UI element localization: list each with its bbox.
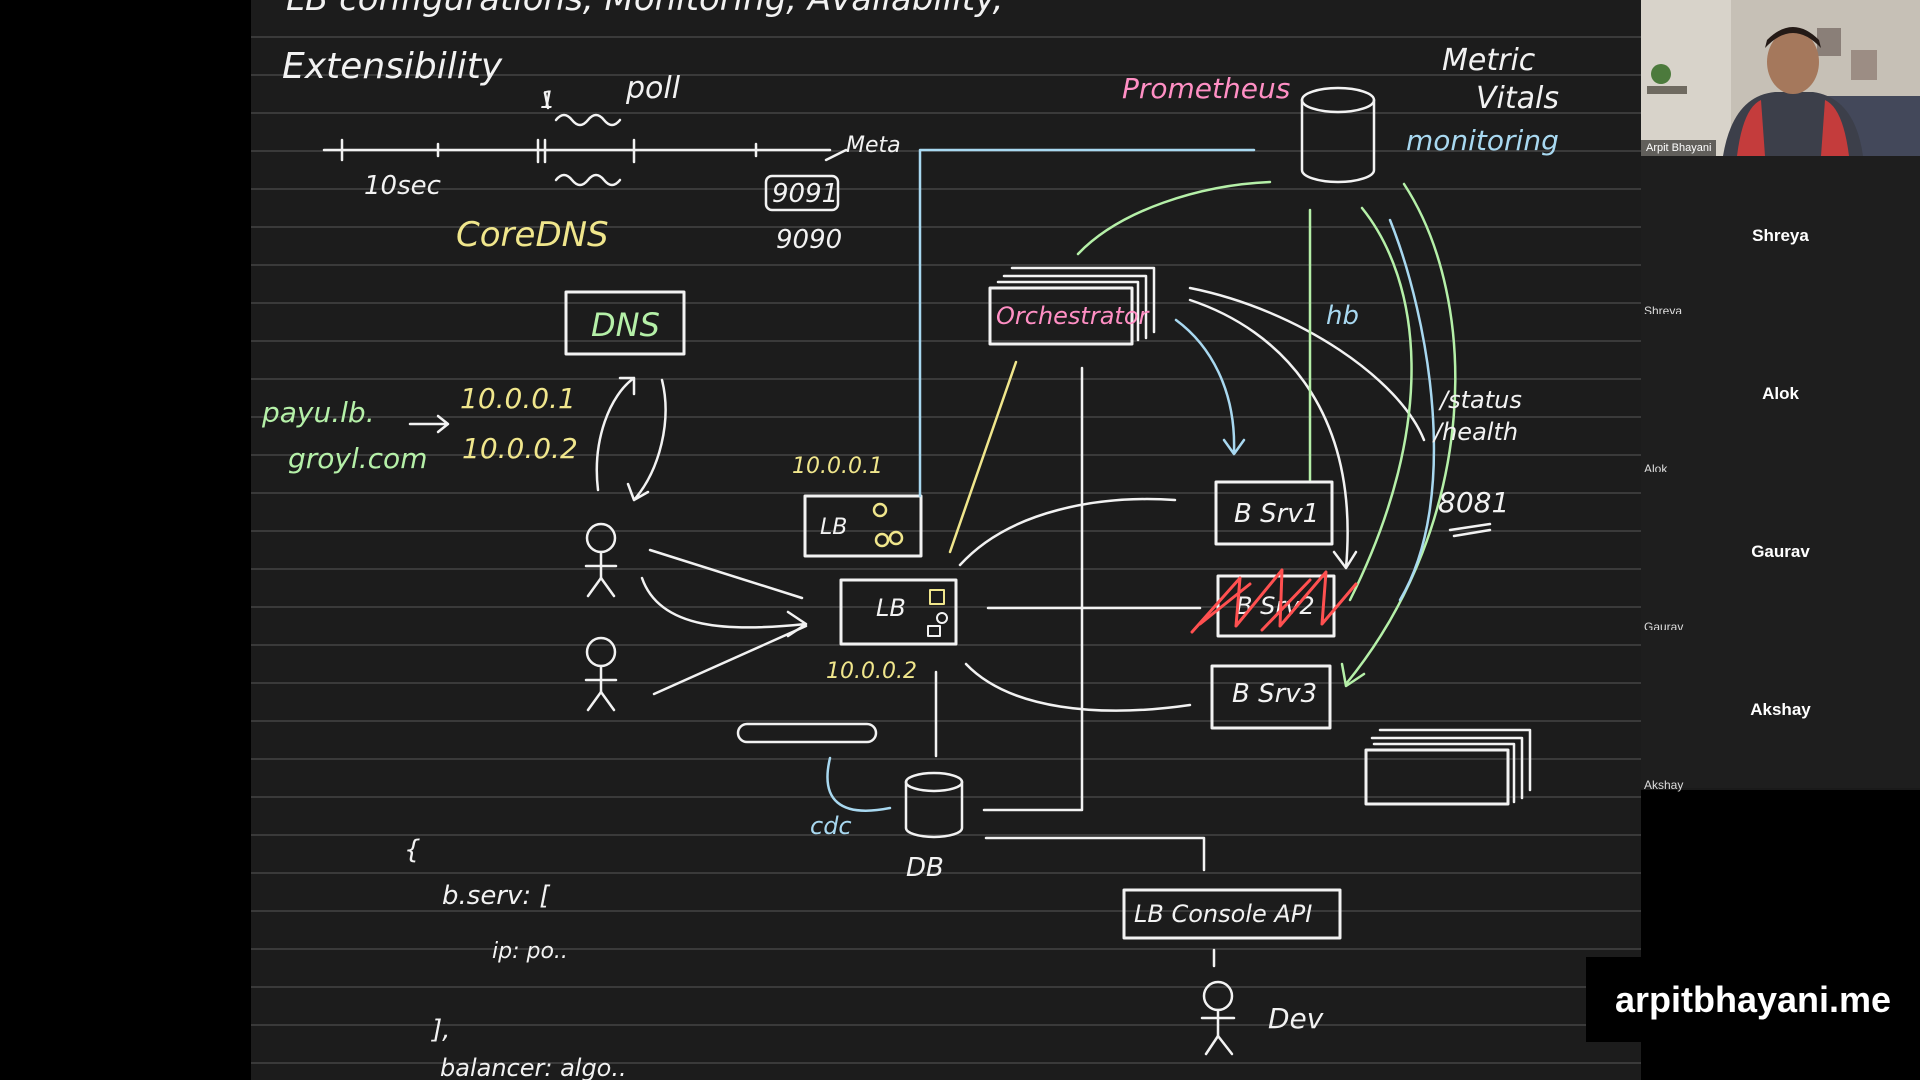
orchestrator-to-lb-yellow [948, 360, 1018, 554]
status-label: /status [1438, 386, 1522, 414]
bsrv3-label: B Srv3 [1232, 679, 1317, 709]
hostname-2: groyl.com [288, 442, 427, 475]
prometheus-label: Prometheus [1122, 72, 1290, 105]
participant-tile-shreya[interactable]: Shreya Shreya [1641, 156, 1920, 318]
port-8081-label: 8081 [1438, 486, 1509, 519]
orchestrator-label: Orchestrator [996, 302, 1151, 330]
code-line-5: balancer: algo.. [440, 1054, 627, 1080]
user-figure-2 [584, 636, 618, 712]
code-line-3: ip: po.. [492, 939, 568, 964]
db-label: DB [906, 853, 944, 883]
presenter-video-image [1641, 0, 1920, 156]
title-partial: LB configurations, Monitoring, Availabil… [286, 0, 1003, 19]
user1-to-lb-line [648, 548, 804, 600]
dev-figure [1200, 980, 1236, 1056]
user2-to-lb-arrow [652, 624, 808, 696]
new-server-stack[interactable] [1364, 728, 1532, 806]
db-icon [904, 771, 964, 839]
participant-name: Alok [1762, 384, 1799, 403]
code-line-1: { [404, 835, 421, 865]
presenter-name-label: Arpit Bhayani [1641, 140, 1717, 156]
orchestrator-to-bsrv1 [1174, 318, 1246, 456]
orchestrator-to-prometheus [1076, 180, 1272, 256]
port-9091-label: 9091 [772, 179, 838, 209]
coredns-label: CoreDNS [456, 215, 609, 255]
db-to-console-line [984, 836, 1206, 872]
participant-tile-alok[interactable]: Alok Alok [1641, 314, 1920, 476]
metrics-db-icon [1300, 86, 1376, 184]
ten-sec-label: 10sec [364, 171, 441, 201]
participants-panel: Shreya Shreya Alok Alok Gaurav Gaurav Ak… [1641, 156, 1920, 792]
presenter-video-tile[interactable]: Arpit Bhayani [1641, 0, 1920, 156]
user-figure-1 [584, 522, 618, 598]
cdc-curve [826, 756, 892, 812]
lb2-ip: 10.0.0.2 [826, 659, 917, 684]
whiteboard-drawing: LB configurations, Monitoring, Availabil… [261, 0, 1559, 1080]
brand-watermark: arpitbhayani.me [1586, 957, 1920, 1042]
ip-1: 10.0.0.1 [460, 382, 576, 415]
vitals-label: Vitals [1476, 81, 1559, 116]
dns-response-arrow [626, 378, 667, 502]
health-label: /health [1432, 418, 1518, 446]
orchestrator-to-bsrv3 [1188, 286, 1426, 442]
user1-to-lb-arrow [640, 576, 808, 638]
poll-label: poll [625, 71, 681, 106]
ip-2: 10.0.0.2 [462, 432, 578, 465]
lb1-label: LB [820, 515, 847, 540]
console-api-label: LB Console API [1134, 900, 1312, 928]
monitoring-label: monitoring [1406, 124, 1559, 157]
cdc-label: cdc [810, 812, 852, 840]
metric-label: Metric [1442, 43, 1536, 78]
participant-tile-akshay[interactable]: Akshay Akshay [1641, 630, 1920, 792]
bsrv1-label: B Srv1 [1234, 499, 1319, 529]
orchestrator-vertical [982, 366, 1084, 812]
hostname-1: payu.lb. [261, 396, 375, 429]
lb1-ip: 10.0.0.1 [792, 454, 883, 479]
participant-tile-gaurav[interactable]: Gaurav Gaurav [1641, 472, 1920, 634]
meta-label: Meta [846, 133, 901, 158]
lb-to-bsrv1 [958, 497, 1177, 567]
participant-label: Akshay [1644, 778, 1684, 792]
dns-label: DNS [591, 306, 660, 344]
dev-label: Dev [1268, 1002, 1324, 1035]
participant-name: Shreya [1752, 226, 1809, 245]
dns-query-arrow [595, 376, 636, 492]
cdc-queue [736, 722, 878, 744]
port-9090-label: 9090 [776, 225, 842, 255]
participant-name: Gaurav [1751, 542, 1810, 561]
hb-label: hb [1326, 301, 1359, 331]
arrow-to-ips [408, 414, 450, 434]
lb2-label: LB [876, 594, 906, 622]
tick-one-label: 1 [540, 86, 555, 114]
code-line-2: b.serv: [ [442, 881, 550, 911]
extensibility-label: Extensibility [282, 46, 503, 87]
code-line-4: ], [431, 1015, 450, 1045]
lb-to-bsrv3 [964, 662, 1192, 712]
participant-name: Akshay [1750, 700, 1811, 719]
